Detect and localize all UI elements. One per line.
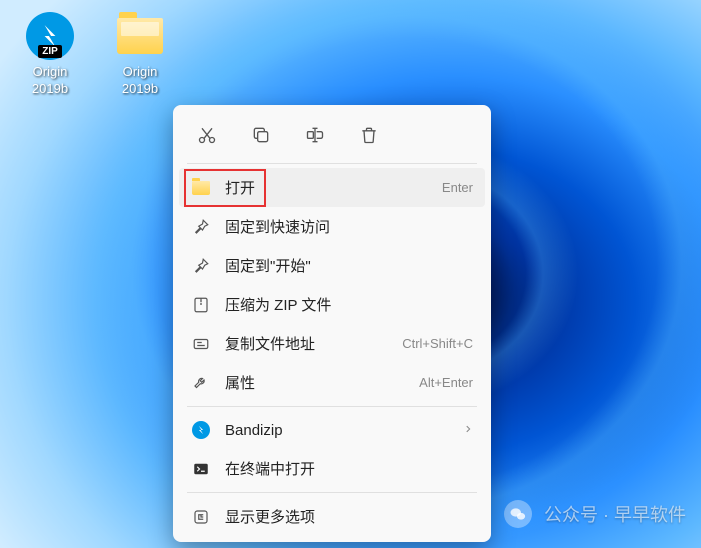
pin-icon — [191, 256, 211, 276]
cut-button[interactable] — [187, 117, 227, 153]
menu-open[interactable]: 打开 Enter — [179, 168, 485, 207]
menu-shortcut: Enter — [442, 180, 473, 195]
desktop-icon-folder[interactable]: Origin 2019b — [100, 12, 180, 98]
folder-icon — [116, 12, 164, 60]
menu-shortcut: Alt+Enter — [419, 375, 473, 390]
zip-app-icon: ZIP — [26, 12, 74, 60]
watermark: 公众号 · 早早软件 — [504, 500, 686, 528]
wrench-icon — [191, 373, 211, 393]
pin-icon — [191, 217, 211, 237]
menu-label: 复制文件地址 — [225, 333, 402, 354]
terminal-icon — [191, 459, 211, 479]
chevron-right-icon — [463, 423, 473, 437]
context-menu: 打开 Enter 固定到快速访问 固定到"开始" 压缩为 ZIP 文件 复制文件… — [173, 105, 491, 542]
zip-icon — [191, 295, 211, 315]
menu-shortcut: Ctrl+Shift+C — [402, 336, 473, 351]
watermark-text: 公众号 · 早早软件 — [544, 501, 686, 527]
menu-pin-quick-access[interactable]: 固定到快速访问 — [179, 207, 485, 246]
menu-label: 在终端中打开 — [225, 458, 473, 479]
delete-button[interactable] — [349, 117, 389, 153]
menu-compress-zip[interactable]: 压缩为 ZIP 文件 — [179, 285, 485, 324]
desktop-icon-label: Origin 2019b — [32, 64, 68, 98]
divider — [187, 406, 477, 407]
menu-open-terminal[interactable]: 在终端中打开 — [179, 449, 485, 488]
folder-icon — [191, 178, 211, 198]
menu-pin-start[interactable]: 固定到"开始" — [179, 246, 485, 285]
menu-label: 打开 — [225, 177, 442, 198]
desktop-icon-label: Origin 2019b — [122, 64, 158, 98]
bandizip-icon — [191, 420, 211, 440]
menu-label: Bandizip — [225, 422, 463, 439]
copy-button[interactable] — [241, 117, 281, 153]
menu-properties[interactable]: 属性 Alt+Enter — [179, 363, 485, 402]
divider — [187, 163, 477, 164]
divider — [187, 492, 477, 493]
menu-label: 显示更多选项 — [225, 506, 473, 527]
menu-bandizip[interactable]: Bandizip — [179, 411, 485, 449]
action-bar — [179, 111, 485, 159]
desktop-icon-zip[interactable]: ZIP Origin 2019b — [10, 12, 90, 98]
menu-more-options[interactable]: 显示更多选项 — [179, 497, 485, 536]
rename-button[interactable] — [295, 117, 335, 153]
wechat-icon — [504, 500, 532, 528]
menu-label: 属性 — [225, 372, 419, 393]
path-icon — [191, 334, 211, 354]
more-options-icon — [191, 507, 211, 527]
menu-label: 固定到"开始" — [225, 255, 473, 276]
menu-label: 固定到快速访问 — [225, 216, 473, 237]
menu-copy-path[interactable]: 复制文件地址 Ctrl+Shift+C — [179, 324, 485, 363]
menu-label: 压缩为 ZIP 文件 — [225, 294, 473, 315]
